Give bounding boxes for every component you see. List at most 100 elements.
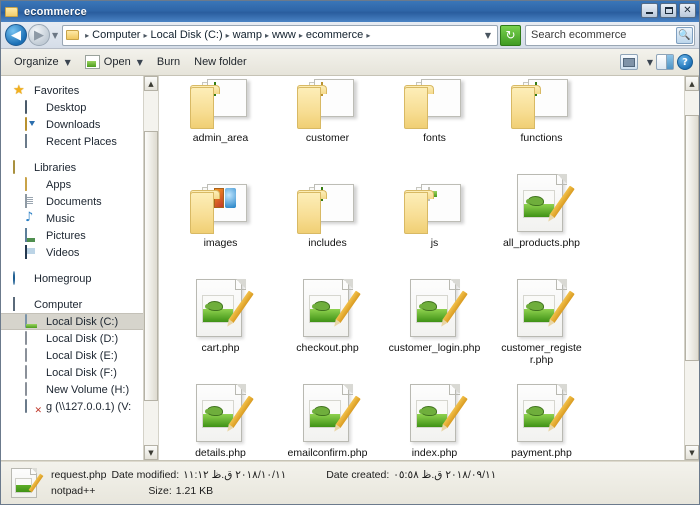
sidebar-item-local-disk-c[interactable]: Local Disk (C:) [1, 313, 143, 330]
php-file-icon [506, 168, 578, 234]
search-icon[interactable]: 🔍 [676, 26, 693, 44]
back-button[interactable]: ◀ [5, 24, 27, 46]
refresh-icon[interactable]: ↻ [500, 24, 521, 46]
file-item-checkout-php[interactable]: checkout.php [274, 269, 381, 374]
breadcrumb-bar[interactable]: ▸ Computer ▸ Local Disk (C:) ▸ wamp ▸ ww… [62, 24, 498, 46]
drive-icon [25, 347, 27, 362]
open-button[interactable]: Open ▼ [78, 52, 150, 73]
sidebar-item-music[interactable]: ♪ Music [1, 210, 143, 227]
new-folder-button[interactable]: New folder [187, 52, 254, 73]
breadcrumb-separator[interactable]: ▸ [265, 31, 269, 40]
history-dropdown-icon[interactable]: ▼ [52, 31, 58, 40]
sidebar-item-apps[interactable]: Apps [1, 176, 143, 193]
sidebar-item-desktop[interactable]: Desktop [1, 99, 143, 116]
sidebar-item-homegroup[interactable]: Homegroup [1, 270, 143, 287]
file-item-customer-register-php[interactable]: customer_register.php [488, 269, 595, 374]
file-label: all_products.php [502, 237, 581, 249]
file-item-index-php[interactable]: index.php [381, 374, 488, 460]
breadcrumb-item-ecommerce[interactable]: ecommerce [306, 29, 363, 41]
chevron-down-icon[interactable]: ▼ [647, 58, 653, 67]
image-preview-thumb [224, 188, 236, 208]
preview-pane-icon[interactable] [656, 54, 674, 70]
file-item-js[interactable]: js [381, 164, 488, 269]
window-controls: ✕ [641, 3, 696, 18]
scrollbar-thumb[interactable] [685, 115, 699, 361]
breadcrumb-item-www[interactable]: www [272, 29, 296, 41]
scroll-down-button[interactable]: ▼ [685, 445, 699, 460]
file-list-pane[interactable]: admin_area customer fonts functions imag… [159, 76, 699, 460]
details-pane: request.php Date modified: ٢٠١٨/١٠/١١ ق.… [1, 461, 699, 504]
sidebar-item-libraries[interactable]: Libraries [1, 159, 143, 176]
breadcrumb-separator[interactable]: ▸ [226, 31, 230, 40]
file-item-functions[interactable]: functions [488, 76, 595, 164]
breadcrumb-item-computer[interactable]: Computer [92, 29, 140, 41]
sidebar-item-downloads[interactable]: Downloads [1, 116, 143, 133]
sidebar-scrollbar[interactable]: ▲ ▼ [144, 76, 159, 460]
document-icon [25, 193, 27, 208]
scrollbar-track[interactable] [685, 91, 699, 445]
file-item-customer[interactable]: customer [274, 76, 381, 164]
file-label: checkout.php [296, 342, 359, 354]
address-bar: ◀ ▶ ▼ ▸ Computer ▸ Local Disk (C:) ▸ wam… [1, 22, 699, 49]
scrollbar-thumb[interactable] [144, 131, 158, 401]
sidebar-item-label: Videos [46, 246, 80, 259]
file-item-emailconfirm-php[interactable]: emailconfirm.php [274, 374, 381, 460]
close-button[interactable]: ✕ [679, 3, 696, 18]
title-bar[interactable]: ecommerce ✕ [1, 1, 699, 22]
downloads-icon [25, 116, 27, 131]
sidebar-item-videos[interactable]: Videos [1, 244, 143, 261]
view-layout-icon[interactable] [619, 54, 638, 70]
file-item-admin-area[interactable]: admin_area [167, 76, 274, 164]
scroll-up-button[interactable]: ▲ [685, 76, 699, 91]
sidebar-item-favorites[interactable]: ★ Favorites [1, 82, 143, 99]
burn-button[interactable]: Burn [150, 52, 187, 73]
organize-button[interactable]: Organize ▼ [7, 52, 78, 73]
file-item-images[interactable]: images [167, 164, 274, 269]
size-value: 1.21 KB [175, 485, 214, 497]
sidebar-item-pictures[interactable]: Pictures [1, 227, 143, 244]
file-item-payment-php[interactable]: payment.php [488, 374, 595, 460]
file-item-customer-login-php[interactable]: customer_login.php [381, 269, 488, 374]
php-file-icon [399, 378, 471, 444]
sidebar-item-new-volume-h[interactable]: New Volume (H:) [1, 381, 143, 398]
sidebar-item-local-disk-e[interactable]: Local Disk (E:) [1, 347, 143, 364]
command-toolbar: Organize ▼ Open ▼ Burn New folder ▼ ? [1, 49, 699, 76]
sidebar-item-documents[interactable]: Documents [1, 193, 143, 210]
chevron-down-icon[interactable]: ▼ [481, 31, 495, 40]
pictures-icon [25, 227, 27, 242]
forward-button[interactable]: ▶ [28, 24, 50, 46]
breadcrumb-separator[interactable]: ▸ [366, 31, 370, 40]
scroll-up-button[interactable]: ▲ [144, 76, 158, 91]
details-text: request.php Date modified: ٢٠١٨/١٠/١١ ق.… [51, 469, 496, 497]
file-label: index.php [411, 447, 458, 459]
file-item-includes[interactable]: includes [274, 164, 381, 269]
sidebar-item-label: Downloads [46, 118, 101, 131]
scrollbar-track[interactable] [144, 91, 158, 445]
sidebar-item-network-drive-v[interactable]: g (\\127.0.0.1) (V: [1, 398, 143, 415]
help-icon[interactable]: ? [677, 54, 693, 70]
navigation-pane: ★ Favorites Desktop Downloads Recent Pla… [1, 76, 144, 460]
search-input[interactable] [531, 29, 676, 41]
breadcrumb-separator[interactable]: ▸ [299, 31, 303, 40]
file-item-cart-php[interactable]: cart.php [167, 269, 274, 374]
sidebar-item-label: Apps [46, 178, 72, 191]
breadcrumb-item-wamp[interactable]: wamp [233, 29, 262, 41]
breadcrumb-separator[interactable]: ▸ [143, 31, 147, 40]
scroll-down-button[interactable]: ▼ [144, 445, 158, 460]
sidebar-item-local-disk-d[interactable]: Local Disk (D:) [1, 330, 143, 347]
search-box[interactable]: 🔍 [525, 24, 695, 46]
sidebar-item-local-disk-f[interactable]: Local Disk (F:) [1, 364, 143, 381]
file-item-details-php[interactable]: details.php [167, 374, 274, 460]
file-label: includes [308, 237, 347, 249]
breadcrumb-item-local-disk-c[interactable]: Local Disk (C:) [150, 29, 222, 41]
minimize-button[interactable] [641, 3, 658, 18]
libraries-icon [13, 159, 15, 174]
file-pane-scrollbar[interactable]: ▲ ▼ [684, 76, 699, 460]
file-item-fonts[interactable]: fonts [381, 76, 488, 164]
maximize-button[interactable] [660, 3, 677, 18]
sidebar-item-recent-places[interactable]: Recent Places [1, 133, 143, 150]
file-item-all-products-php[interactable]: all_products.php [488, 164, 595, 269]
file-label: customer_login.php [388, 342, 481, 354]
php-file-icon [292, 273, 364, 339]
sidebar-item-computer[interactable]: Computer [1, 296, 143, 313]
